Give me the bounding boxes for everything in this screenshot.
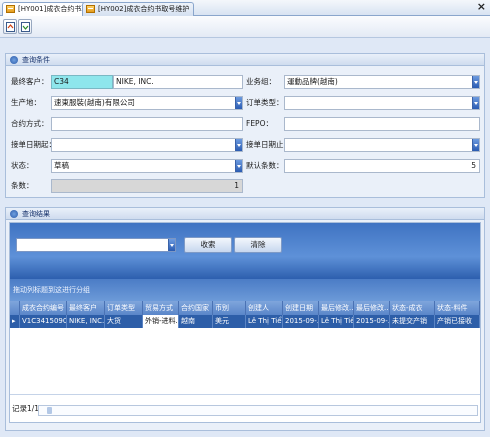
table-cell[interactable]: 大货 bbox=[105, 315, 143, 328]
production-site-select[interactable]: 速東服裝(越南)有限公司 bbox=[51, 96, 243, 110]
results-panel-title: 查询结果 bbox=[22, 210, 50, 218]
header-spacer bbox=[10, 301, 20, 315]
order-date-start-label: 接单日期起： bbox=[11, 140, 56, 149]
panel-icon bbox=[10, 210, 18, 218]
search-panel-header: 查询条件 bbox=[6, 54, 484, 66]
record-counter: 记录1/1 bbox=[12, 404, 40, 413]
fepo-label: FEPO： bbox=[246, 119, 273, 128]
table-cell[interactable]: Lê Thị Tiể... bbox=[319, 315, 354, 328]
fepo-input[interactable] bbox=[284, 117, 480, 131]
group-by-area[interactable]: 拖动列标题到这进行分组 bbox=[10, 279, 480, 301]
table-cell[interactable]: 2015-09-... bbox=[354, 315, 390, 328]
table-cell[interactable]: 外销-进料... bbox=[143, 315, 179, 328]
status-select[interactable]: 草稿 bbox=[51, 159, 243, 173]
form-icon bbox=[6, 5, 15, 13]
results-grid-container: 收索 清除 拖动列标题到这进行分组 成衣合约编号 最终客户 订单类型 贸易方式 … bbox=[9, 222, 481, 423]
export-button[interactable] bbox=[3, 19, 17, 34]
production-site-value: 速東服裝(越南)有限公司 bbox=[54, 98, 135, 107]
toolbar bbox=[0, 16, 490, 38]
search-button[interactable]: 收索 bbox=[184, 237, 232, 253]
default-count-input[interactable]: 5 bbox=[284, 159, 480, 173]
final-customer-name-field: NIKE, INC. bbox=[113, 75, 243, 89]
table-cell[interactable]: 2015-09-... bbox=[283, 315, 319, 328]
table-cell[interactable]: 未提交产销 bbox=[390, 315, 435, 328]
business-group-value: 運動品牌(越南) bbox=[287, 77, 338, 86]
column-header[interactable]: 创建日期 bbox=[283, 301, 319, 315]
panel-icon bbox=[10, 56, 18, 64]
scrollbar-thumb[interactable] bbox=[47, 407, 52, 414]
results-panel-header: 查询结果 bbox=[6, 208, 484, 220]
close-icon[interactable]: × bbox=[477, 1, 486, 13]
search-panel: 查询条件 最终客户： C34 NIKE, INC. 业务组： 運動品牌(越南) … bbox=[5, 53, 485, 198]
form-icon bbox=[86, 5, 95, 13]
grid-search-input[interactable] bbox=[16, 238, 176, 252]
clear-button[interactable]: 清除 bbox=[234, 237, 282, 253]
table-row[interactable]: ▸ V1C34150902N NIKE, INC. 大货 外销-进料... 越南… bbox=[10, 315, 480, 328]
row-indicator: ▸ bbox=[10, 315, 20, 328]
table-cell[interactable]: V1C34150902N bbox=[20, 315, 67, 328]
horizontal-scrollbar[interactable] bbox=[38, 405, 478, 416]
column-header[interactable]: 贸易方式 bbox=[143, 301, 179, 315]
column-header[interactable]: 订单类型 bbox=[105, 301, 143, 315]
order-type-label: 订单类型： bbox=[246, 98, 284, 107]
contract-method-label: 合约方式： bbox=[11, 119, 49, 128]
column-header[interactable]: 成衣合约编号 bbox=[20, 301, 67, 315]
default-count-label: 默认条数： bbox=[246, 161, 284, 170]
column-header[interactable]: 创建人 bbox=[246, 301, 283, 315]
chevron-down-icon[interactable] bbox=[472, 139, 479, 151]
tab-hy002[interactable]: [HY002]成衣合约书取号维护 bbox=[82, 2, 195, 16]
tab-strip: [HY001]成衣合约书取号 [HY002]成衣合约书取号维护 × bbox=[0, 0, 490, 17]
table-cell[interactable]: 美元 bbox=[213, 315, 246, 328]
final-customer-label: 最终客户： bbox=[11, 77, 49, 86]
table-cell[interactable]: NIKE, INC. bbox=[67, 315, 105, 328]
search-panel-title: 查询条件 bbox=[22, 56, 50, 64]
column-header[interactable]: 状态-料件 bbox=[435, 301, 480, 315]
business-group-label: 业务组： bbox=[246, 77, 276, 86]
table-cell[interactable]: 越南 bbox=[179, 315, 213, 328]
table-cell[interactable]: 产销已接收 bbox=[435, 315, 480, 328]
order-type-select[interactable] bbox=[284, 96, 480, 110]
order-date-end-picker[interactable] bbox=[284, 138, 480, 152]
status-label: 状态： bbox=[11, 161, 34, 170]
chevron-down-icon[interactable] bbox=[472, 76, 479, 88]
table-header: 成衣合约编号 最终客户 订单类型 贸易方式 合约国家 币别 创建人 创建日期 最… bbox=[10, 301, 480, 315]
search-banner: 收索 清除 bbox=[10, 223, 480, 279]
column-header[interactable]: 状态-成衣 bbox=[390, 301, 435, 315]
export-icon bbox=[6, 22, 15, 32]
results-panel: 查询结果 收索 清除 拖动列标题到这进行分组 成衣合约编号 最终客户 订单类型 … bbox=[5, 207, 485, 431]
business-group-select[interactable]: 運動品牌(越南) bbox=[284, 75, 480, 89]
contract-method-input[interactable] bbox=[51, 117, 243, 131]
column-header[interactable]: 最终客户 bbox=[67, 301, 105, 315]
column-header[interactable]: 最后修改... bbox=[354, 301, 390, 315]
chevron-down-icon[interactable] bbox=[168, 239, 175, 251]
tab-hy002-label: [HY002]成衣合约书取号维护 bbox=[98, 5, 190, 13]
import-button[interactable] bbox=[18, 19, 32, 34]
chevron-down-icon[interactable] bbox=[235, 97, 242, 109]
order-date-start-picker[interactable] bbox=[51, 138, 243, 152]
column-header[interactable]: 合约国家 bbox=[179, 301, 213, 315]
chevron-down-icon[interactable] bbox=[235, 160, 242, 172]
grid-footer: 记录1/1 bbox=[10, 394, 480, 422]
count-label: 条数： bbox=[11, 181, 34, 190]
status-value: 草稿 bbox=[54, 161, 69, 170]
table-cell[interactable]: Lê Thị Tiể... bbox=[246, 315, 283, 328]
chevron-down-icon[interactable] bbox=[235, 139, 242, 151]
chevron-down-icon[interactable] bbox=[472, 97, 479, 109]
count-field: 1 bbox=[51, 179, 243, 193]
column-header[interactable]: 币别 bbox=[213, 301, 246, 315]
final-customer-code-input[interactable]: C34 bbox=[51, 75, 113, 89]
column-header[interactable]: 最后修改... bbox=[319, 301, 354, 315]
production-site-label: 生产地： bbox=[11, 98, 41, 107]
import-icon bbox=[21, 22, 30, 32]
